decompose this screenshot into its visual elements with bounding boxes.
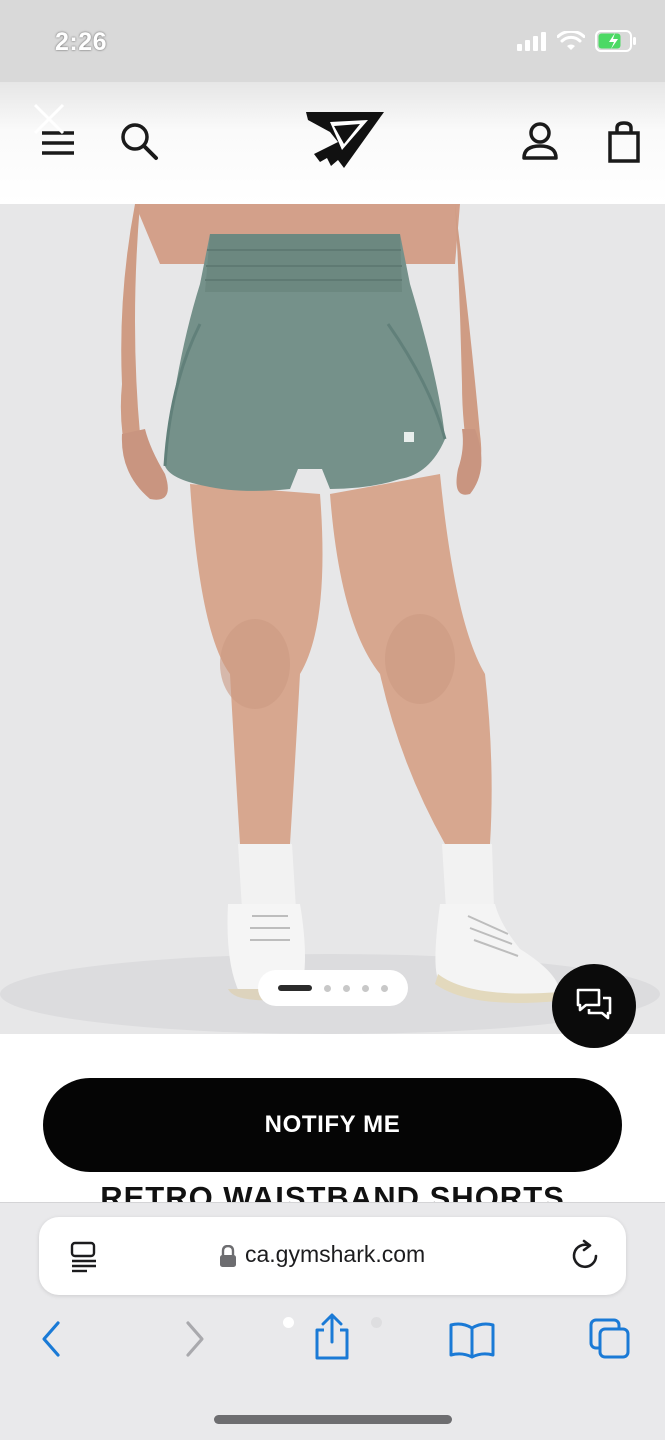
site-header: [0, 82, 665, 204]
page-indicator-dot: [371, 1317, 382, 1328]
reader-icon[interactable]: [69, 1241, 99, 1273]
url-bar[interactable]: ca.gymshark.com: [39, 1217, 626, 1295]
status-bar: 2:26: [0, 0, 665, 82]
product-photo[interactable]: [0, 204, 665, 1034]
chat-button[interactable]: [552, 964, 636, 1048]
forward-icon[interactable]: [178, 1319, 210, 1359]
page-indicator-dot-active: [283, 1317, 294, 1328]
reload-icon[interactable]: [569, 1239, 603, 1273]
carousel-dot[interactable]: [324, 984, 331, 992]
carousel-dot[interactable]: [362, 984, 369, 992]
menu-close-icon[interactable]: [30, 100, 88, 160]
notify-me-button[interactable]: NOTIFY ME: [43, 1078, 622, 1172]
carousel-dot-active[interactable]: [278, 985, 312, 991]
carousel-dot[interactable]: [343, 984, 350, 992]
status-time: 2:26: [55, 28, 108, 56]
url-text[interactable]: ca.gymshark.com: [245, 1241, 425, 1268]
shopping-bag-icon[interactable]: [602, 120, 646, 164]
bookmarks-icon[interactable]: [448, 1321, 496, 1359]
chat-bubbles-icon: [575, 987, 613, 1026]
carousel-dots[interactable]: [258, 970, 408, 1006]
tabs-icon[interactable]: [588, 1317, 632, 1361]
battery-icon: [595, 30, 637, 57]
home-indicator: [214, 1415, 452, 1424]
wifi-icon: [556, 29, 586, 56]
lock-icon: [219, 1245, 237, 1267]
account-icon[interactable]: [518, 120, 562, 164]
back-icon[interactable]: [36, 1319, 68, 1359]
share-icon[interactable]: [310, 1313, 354, 1361]
gymshark-logo[interactable]: [300, 106, 390, 172]
status-icons: [517, 29, 637, 57]
cellular-signal-icon: [517, 31, 547, 56]
browser-toolbar: ca.gymshark.com: [0, 1202, 665, 1440]
page: 2:26 NOTIFY ME RETRO WAISTBAND SHORTS ca…: [0, 0, 665, 1440]
search-icon[interactable]: [118, 120, 160, 162]
carousel-dot[interactable]: [381, 984, 388, 992]
product-title: RETRO WAISTBAND SHORTS: [100, 1180, 565, 1202]
